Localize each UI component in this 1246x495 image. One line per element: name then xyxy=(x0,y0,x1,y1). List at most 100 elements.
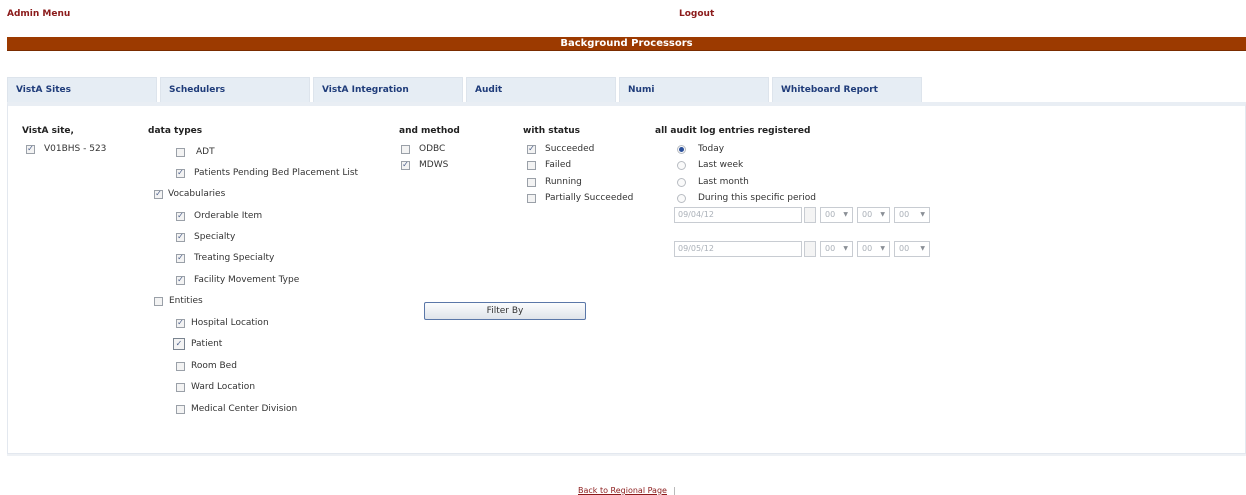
room-bed-checkbox[interactable] xyxy=(176,361,185,371)
entity-room-bed[interactable]: Room Bed xyxy=(176,360,237,372)
data-types-heading: data types xyxy=(148,126,203,136)
filter-by-button[interactable]: Filter By xyxy=(424,302,586,320)
chevron-down-icon: ▼ xyxy=(920,245,925,252)
checkmark-icon: ✓ xyxy=(177,232,184,241)
checkmark-icon: ✓ xyxy=(177,211,184,220)
from-date-field[interactable]: 09/04/12 xyxy=(674,207,802,223)
entity-patient[interactable]: ✓ Patient xyxy=(173,338,222,350)
ward-location-checkbox[interactable] xyxy=(176,382,185,392)
chevron-down-icon: ▼ xyxy=(920,211,925,218)
tab-audit[interactable]: Audit xyxy=(466,77,616,102)
period-option-today[interactable]: Today xyxy=(677,143,724,155)
checkmark-icon: ✓ xyxy=(177,168,184,177)
vista-site-checkbox[interactable]: ✓ xyxy=(26,144,35,154)
chevron-down-icon: ▼ xyxy=(843,245,848,252)
vista-site-label: V01BHS - 523 xyxy=(44,144,107,154)
to-calendar-button[interactable] xyxy=(804,241,816,257)
vocab-treating-specialty[interactable]: ✓ Treating Specialty xyxy=(176,252,274,264)
orderable-item-label: Orderable Item xyxy=(194,211,263,221)
admin-menu-link[interactable]: Admin Menu xyxy=(7,9,70,19)
pending-bed-checkbox[interactable]: ✓ xyxy=(176,168,185,178)
vista-site-option[interactable]: ✓ V01BHS - 523 xyxy=(26,143,106,155)
period-option-last-week[interactable]: Last week xyxy=(677,159,743,171)
status-partially-succeeded[interactable]: Partially Succeeded xyxy=(527,192,633,204)
radio-selected-dot xyxy=(679,146,684,152)
partially-succeeded-label: Partially Succeeded xyxy=(545,193,634,203)
mdws-checkbox[interactable]: ✓ xyxy=(401,160,410,170)
status-succeeded[interactable]: ✓ Succeeded xyxy=(527,143,594,155)
entity-medical-center-division[interactable]: Medical Center Division xyxy=(176,403,297,415)
data-type-adt[interactable]: ADT xyxy=(176,146,215,158)
last-week-label: Last week xyxy=(698,160,744,170)
checkmark-icon: ✓ xyxy=(177,318,184,327)
medical-center-division-checkbox[interactable] xyxy=(176,404,185,414)
entity-hospital-location[interactable]: ✓ Hospital Location xyxy=(176,317,269,329)
entity-ward-location[interactable]: Ward Location xyxy=(176,381,255,393)
patient-checkbox[interactable]: ✓ xyxy=(173,338,185,350)
to-date-field[interactable]: 09/05/12 xyxy=(674,241,802,257)
adt-checkbox[interactable] xyxy=(176,147,185,157)
from-calendar-button[interactable] xyxy=(804,207,816,223)
checkmark-icon: ✓ xyxy=(27,144,34,153)
tab-vista-sites[interactable]: VistA Sites xyxy=(7,77,157,102)
specialty-checkbox[interactable]: ✓ xyxy=(176,232,185,242)
orderable-item-checkbox[interactable]: ✓ xyxy=(176,211,185,221)
data-type-pending-bed[interactable]: ✓ Patients Pending Bed Placement List xyxy=(176,167,358,179)
treating-specialty-checkbox[interactable]: ✓ xyxy=(176,253,185,263)
today-radio[interactable] xyxy=(677,144,686,154)
method-mdws[interactable]: ✓ MDWS xyxy=(401,159,448,171)
to-minute-select[interactable]: 00 ▼ xyxy=(857,241,890,257)
vista-site-heading: VistA site, xyxy=(22,126,74,136)
to-second-select[interactable]: 00 ▼ xyxy=(894,241,930,257)
room-bed-label: Room Bed xyxy=(191,361,237,371)
odbc-label: ODBC xyxy=(419,144,446,154)
status-running[interactable]: Running xyxy=(527,176,582,188)
ward-location-label: Ward Location xyxy=(191,382,256,392)
logout-link[interactable]: Logout xyxy=(679,9,714,19)
running-label: Running xyxy=(545,177,582,187)
hospital-location-checkbox[interactable]: ✓ xyxy=(176,318,185,328)
specific-period-radio[interactable] xyxy=(677,193,686,203)
checkmark-icon: ✓ xyxy=(175,339,183,348)
entities-checkbox[interactable] xyxy=(154,296,163,306)
tab-numi[interactable]: Numi xyxy=(619,77,769,102)
facility-movement-type-label: Facility Movement Type xyxy=(194,275,300,285)
tab-vista-integration[interactable]: VistA Integration xyxy=(313,77,463,102)
from-minute-value: 00 xyxy=(862,210,873,219)
last-week-radio[interactable] xyxy=(677,160,686,170)
data-type-entities[interactable]: Entities xyxy=(154,295,203,307)
method-odbc[interactable]: ODBC xyxy=(401,143,445,155)
to-hour-select[interactable]: 00 ▼ xyxy=(820,241,853,257)
from-second-select[interactable]: 00 ▼ xyxy=(894,207,930,223)
failed-checkbox[interactable] xyxy=(527,160,536,170)
status-failed[interactable]: Failed xyxy=(527,159,571,171)
vocab-facility-movement-type[interactable]: ✓ Facility Movement Type xyxy=(176,274,299,286)
facility-movement-type-checkbox[interactable]: ✓ xyxy=(176,275,185,285)
period-option-last-month[interactable]: Last month xyxy=(677,176,749,188)
from-minute-select[interactable]: 00 ▼ xyxy=(857,207,890,223)
last-month-radio[interactable] xyxy=(677,177,686,187)
checkmark-icon: ✓ xyxy=(177,275,184,284)
vocabularies-checkbox[interactable]: ✓ xyxy=(154,189,163,199)
period-option-specific[interactable]: During this specific period xyxy=(677,192,816,204)
from-hour-select[interactable]: 00 ▼ xyxy=(820,207,853,223)
treating-specialty-label: Treating Specialty xyxy=(194,253,275,263)
tab-whiteboard-report[interactable]: Whiteboard Report xyxy=(772,77,922,102)
partially-succeeded-checkbox[interactable] xyxy=(527,193,536,203)
vocabularies-label: Vocabularies xyxy=(168,189,226,199)
vocab-specialty[interactable]: ✓ Specialty xyxy=(176,231,235,243)
chevron-down-icon: ▼ xyxy=(880,211,885,218)
vocab-orderable-item[interactable]: ✓ Orderable Item xyxy=(176,210,262,222)
succeeded-checkbox[interactable]: ✓ xyxy=(527,144,536,154)
specific-period-label: During this specific period xyxy=(698,193,816,203)
patient-label: Patient xyxy=(191,339,223,349)
data-type-vocabularies[interactable]: ✓ Vocabularies xyxy=(154,188,225,200)
checkmark-icon: ✓ xyxy=(528,144,535,153)
to-second-value: 00 xyxy=(899,244,910,253)
to-minute-value: 00 xyxy=(862,244,873,253)
to-hour-value: 00 xyxy=(825,244,836,253)
page-title: Background Processors xyxy=(560,38,693,49)
odbc-checkbox[interactable] xyxy=(401,144,410,154)
running-checkbox[interactable] xyxy=(527,177,536,187)
tab-schedulers[interactable]: Schedulers xyxy=(160,77,310,102)
